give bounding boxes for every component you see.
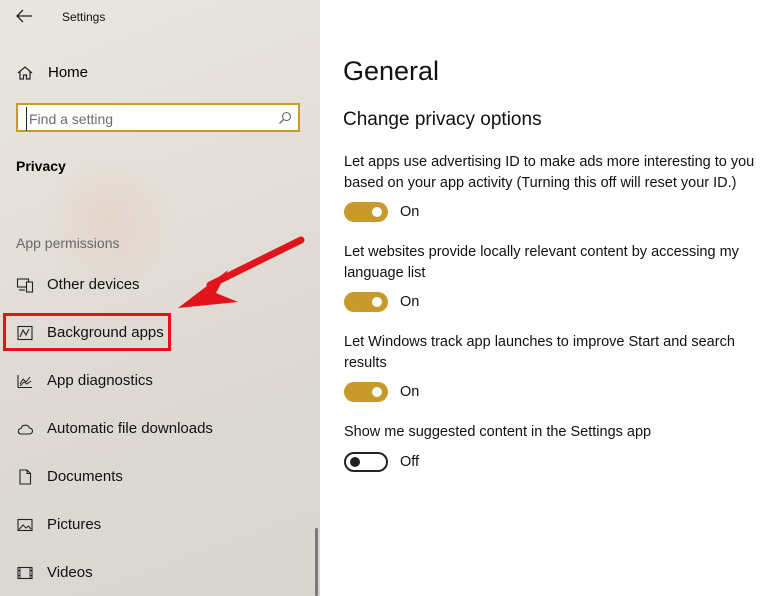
sidebar-item-label: App diagnostics bbox=[47, 372, 153, 389]
sidebar-item-label: Home bbox=[48, 64, 89, 81]
section-title: Privacy bbox=[16, 158, 66, 174]
picture-icon bbox=[17, 518, 33, 532]
toggle-state-label: On bbox=[400, 204, 420, 220]
sidebar-item-label: Pictures bbox=[47, 516, 102, 533]
option-description: Let Windows track app launches to improv… bbox=[344, 334, 735, 371]
language-list-toggle[interactable] bbox=[344, 292, 388, 312]
scrollbar[interactable] bbox=[315, 528, 318, 596]
toggle-knob bbox=[350, 457, 360, 467]
search-icon[interactable] bbox=[278, 111, 292, 125]
highlight-annotation bbox=[3, 313, 171, 351]
annotation-arrow-icon bbox=[178, 236, 305, 308]
sidebar-item-documents[interactable]: Documents bbox=[0, 459, 320, 495]
sidebar-item-label: Other devices bbox=[47, 276, 140, 293]
advertising-id-toggle[interactable] bbox=[344, 202, 388, 222]
search-box bbox=[16, 103, 300, 132]
app-diagnostics-icon bbox=[17, 375, 32, 389]
app-launch-tracking-toggle[interactable] bbox=[344, 382, 388, 402]
home-icon bbox=[17, 66, 33, 80]
back-arrow-icon bbox=[16, 9, 32, 23]
toggle-state-label: On bbox=[400, 384, 420, 400]
sidebar: Settings Home Privacy App permissions Ot… bbox=[0, 0, 320, 596]
sidebar-item-automatic-file-downloads[interactable]: Automatic file downloads bbox=[0, 411, 320, 447]
back-button[interactable] bbox=[14, 6, 36, 26]
devices-icon bbox=[16, 278, 34, 293]
sidebar-item-label: Videos bbox=[47, 564, 93, 581]
section-subtitle: Change privacy options bbox=[343, 109, 542, 130]
sidebar-item-label: Automatic file downloads bbox=[47, 420, 213, 437]
video-icon bbox=[17, 566, 33, 580]
toggle-knob bbox=[372, 387, 382, 397]
sidebar-item-videos[interactable]: Videos bbox=[0, 555, 320, 591]
sidebar-item-pictures[interactable]: Pictures bbox=[0, 507, 320, 543]
sidebar-item-home[interactable]: Home bbox=[0, 56, 320, 90]
option-description: Show me suggested content in the Setting… bbox=[344, 424, 652, 440]
group-header: App permissions bbox=[16, 235, 120, 251]
toggle-state-label: On bbox=[400, 294, 420, 310]
toggle-knob bbox=[372, 297, 382, 307]
suggested-content-toggle[interactable] bbox=[344, 452, 388, 472]
main-content: General Change privacy options Let apps … bbox=[320, 0, 782, 596]
app-title: Settings bbox=[62, 10, 106, 24]
document-icon bbox=[19, 469, 32, 485]
toggle-knob bbox=[372, 207, 382, 217]
sidebar-item-app-diagnostics[interactable]: App diagnostics bbox=[0, 363, 320, 399]
toggle-state-label: Off bbox=[400, 454, 420, 470]
title-bar: Settings bbox=[0, 0, 320, 34]
option-description: Let apps use advertising ID to make ads … bbox=[344, 154, 755, 191]
page-title: General bbox=[343, 56, 440, 86]
cloud-icon bbox=[17, 424, 33, 435]
sidebar-item-label: Documents bbox=[47, 468, 123, 485]
search-input[interactable] bbox=[26, 107, 271, 131]
option-description: Let websites provide locally relevant co… bbox=[344, 244, 739, 281]
